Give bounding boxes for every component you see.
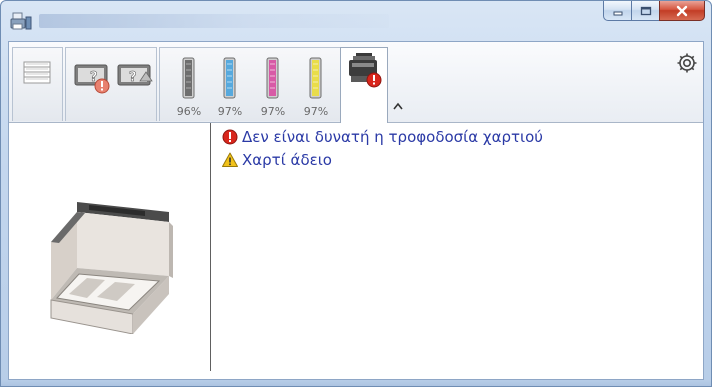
status-message-text: Χαρτί άδειο [242, 150, 332, 169]
toner-cartridge-icon [266, 57, 279, 99]
close-button[interactable] [659, 1, 705, 21]
toner-cartridge-icon [223, 57, 236, 99]
toner-cartridge-icon [309, 57, 322, 99]
tab-paper[interactable]: ? ? [65, 47, 157, 121]
title-bar[interactable] [1, 1, 711, 41]
toner-cartridge-icon [182, 57, 195, 99]
toner-level-cyan: 97% [217, 105, 243, 118]
status-monitor-window: ? ? 96% 97% 97% 97% Δεν είναι δυνατή η τ… [0, 0, 712, 387]
gear-icon[interactable] [675, 51, 699, 75]
maximize-icon [640, 6, 651, 15]
collapse-chevron-icon[interactable] [392, 102, 404, 110]
app-icon[interactable] [10, 11, 32, 31]
window-bottom-frame [1, 380, 711, 386]
paper-stack-icon [23, 61, 51, 84]
tab-device[interactable] [340, 47, 388, 123]
minimize-button[interactable] [603, 1, 631, 21]
close-icon [676, 5, 688, 16]
toner-level-black: 96% [176, 105, 202, 118]
printer-error-icon [349, 53, 382, 88]
caption-buttons [603, 1, 705, 22]
minimize-icon [613, 11, 622, 15]
status-message-warning[interactable]: Χαρτί άδειο [222, 148, 543, 171]
warning-icon [222, 152, 238, 167]
maximize-button[interactable] [631, 1, 659, 21]
status-message-text: Δεν είναι δυνατή η τροφοδοσία χαρτιού [242, 127, 543, 146]
toner-level-magenta: 97% [260, 105, 286, 118]
window-title-redacted [39, 14, 389, 28]
status-messages: Δεν είναι δυνατή η τροφοδοσία χαρτιού Χα… [222, 125, 543, 171]
tab-strip: ? ? 96% 97% 97% 97% [9, 42, 703, 123]
status-message-error[interactable]: Δεν είναι δυνατή η τροφοδοσία χαρτιού [222, 125, 543, 148]
tab-toner[interactable]: 96% 97% 97% 97% [159, 47, 346, 121]
paper-tray-error-icon: ? [74, 64, 110, 94]
panel-divider [210, 123, 211, 371]
toner-level-yellow: 97% [303, 105, 329, 118]
error-icon [222, 129, 238, 144]
client-area: ? ? 96% 97% 97% 97% Δεν είναι δυνατή η τ… [8, 41, 704, 380]
printer-illustration [50, 202, 173, 334]
paper-tray-warning-icon: ? [117, 64, 153, 86]
tab-general[interactable] [12, 47, 63, 121]
svg-text:?: ? [129, 70, 137, 85]
